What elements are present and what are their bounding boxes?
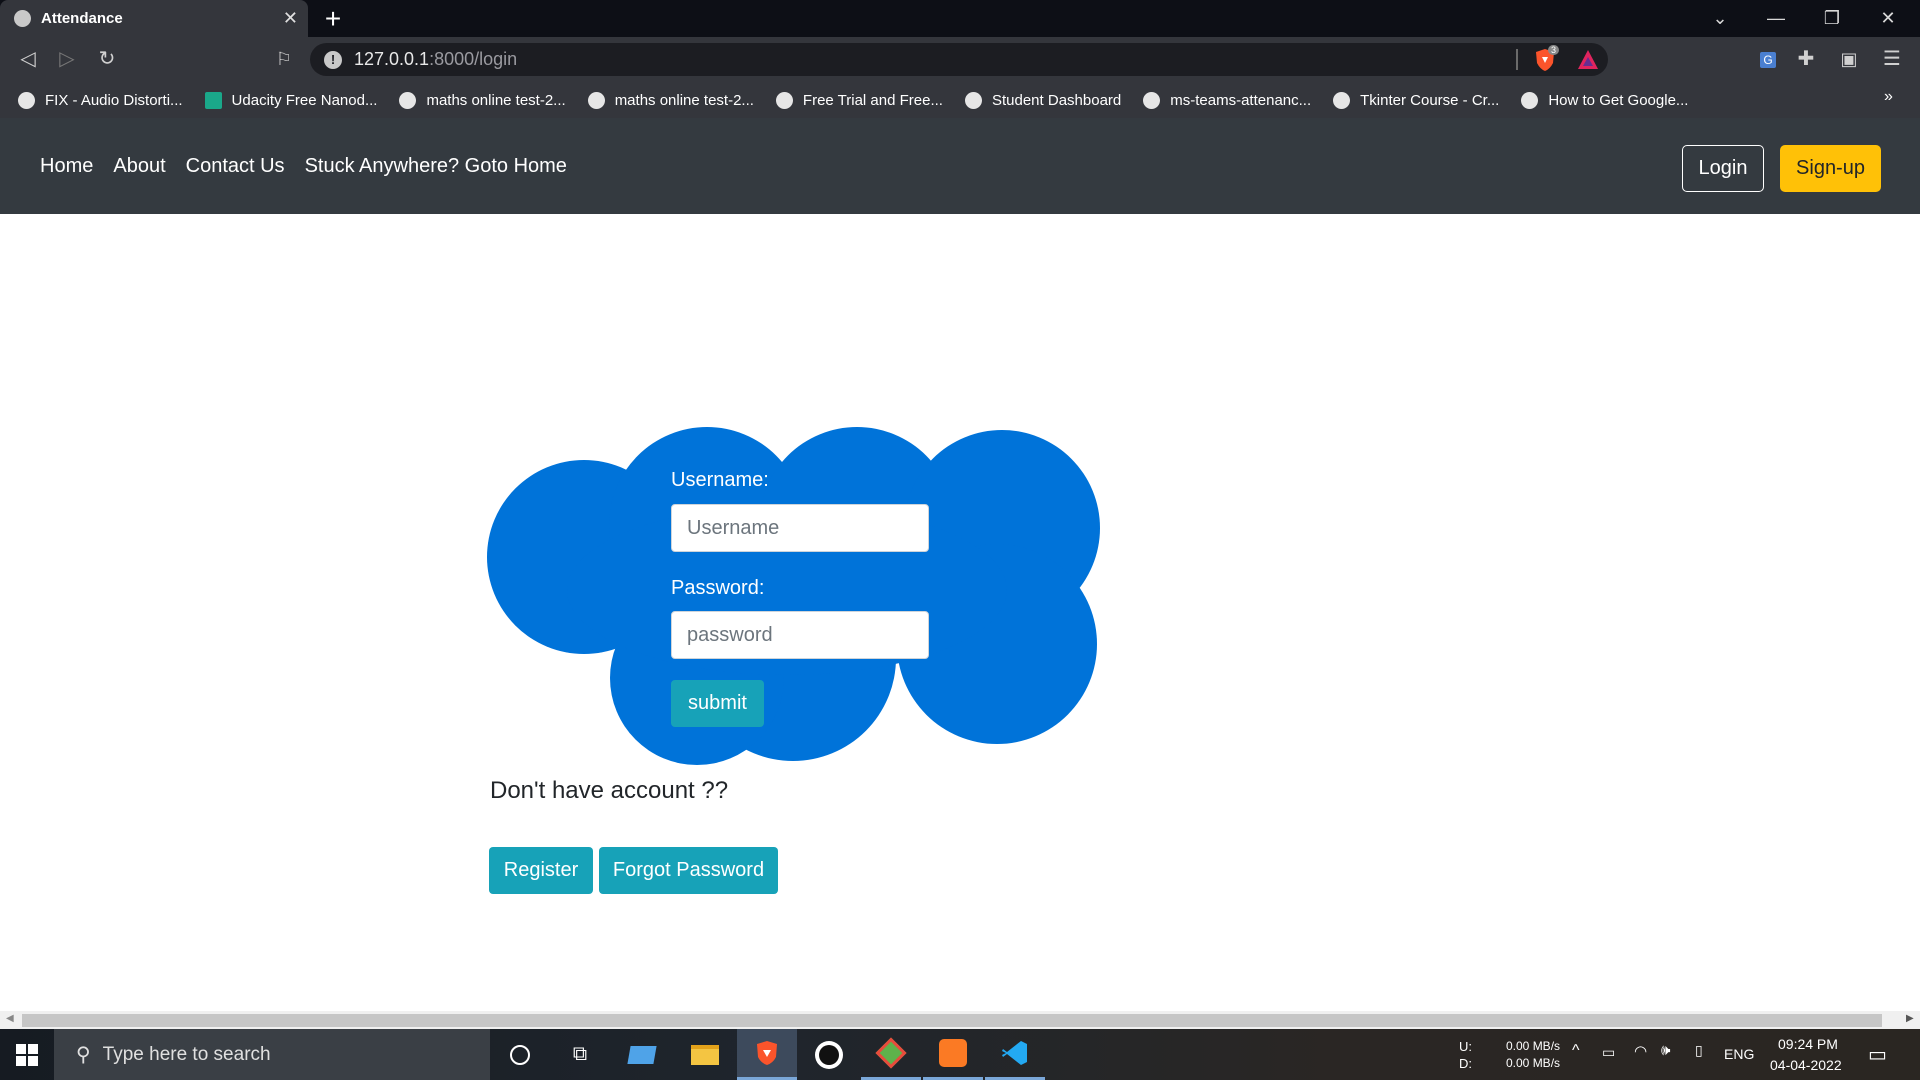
notification-center-icon[interactable]: ▭ — [1868, 1042, 1887, 1067]
globe-icon — [1521, 91, 1539, 109]
globe-icon — [1333, 91, 1351, 109]
scroll-left-arrow-icon[interactable]: ◀ — [6, 1013, 14, 1024]
git-gui-icon[interactable] — [861, 1029, 921, 1080]
cortana-icon[interactable] — [490, 1029, 550, 1080]
scroll-right-arrow-icon[interactable]: ▶ — [1906, 1013, 1914, 1024]
bookmark-item[interactable]: How to Get Google... — [1521, 91, 1688, 109]
taskbar-search-box[interactable]: ⚲ Type here to search — [54, 1029, 490, 1080]
task-view-icon[interactable]: ⧉ — [550, 1029, 610, 1080]
browser-tab-active[interactable]: Attendance ✕ — [0, 0, 308, 37]
globe-icon — [18, 91, 35, 109]
bookmark-item[interactable]: Udacity Free Nanod... — [204, 91, 377, 109]
password-input[interactable] — [671, 611, 929, 659]
tab-title: Attendance — [41, 10, 123, 27]
bookmark-item[interactable]: ms-teams-attenanc... — [1143, 91, 1311, 109]
back-icon[interactable]: ◁ — [8, 37, 48, 82]
brave-browser-icon[interactable] — [737, 1029, 797, 1080]
minimize-button[interactable]: — — [1748, 0, 1804, 37]
bookmarks-bar: FIX - Audio Distorti... Udacity Free Nan… — [0, 82, 1920, 118]
bookmark-item[interactable]: Free Trial and Free... — [775, 91, 943, 109]
volume-icon[interactable]: 🕪 — [1661, 1042, 1670, 1059]
file-explorer-icon[interactable] — [675, 1029, 735, 1080]
password-label: Password: — [671, 577, 765, 599]
globe-icon — [775, 91, 793, 109]
net-down-label: D: — [1459, 1056, 1472, 1071]
globe-icon — [399, 91, 417, 109]
globe-icon — [964, 91, 982, 109]
bookmark-item[interactable]: maths online test-2... — [399, 91, 566, 109]
battery-saver-icon[interactable]: ▭ — [1602, 1044, 1615, 1061]
signup-button[interactable]: Sign-up — [1780, 145, 1881, 192]
globe-icon — [14, 10, 31, 27]
show-hidden-icons-chevron-icon[interactable]: ^ — [1572, 1042, 1580, 1060]
close-window-button[interactable]: ✕ — [1860, 0, 1916, 37]
url-host: 127.0.0.1 — [354, 49, 430, 69]
wifi-icon[interactable]: ◠ — [1634, 1042, 1647, 1060]
forward-icon[interactable]: ▷ — [47, 37, 87, 82]
new-tab-button[interactable]: + — [318, 4, 348, 34]
language-indicator[interactable]: ENG — [1724, 1046, 1754, 1062]
restore-button[interactable]: ❐ — [1804, 0, 1860, 37]
search-placeholder: Type here to search — [102, 1043, 271, 1065]
username-label: Username: — [671, 469, 769, 491]
whatsapp-icon[interactable] — [799, 1029, 859, 1080]
address-bar[interactable]: ! 127.0.0.1:8000/login 3 — [310, 43, 1608, 76]
submit-button[interactable]: submit — [671, 680, 764, 727]
login-button[interactable]: Login — [1682, 145, 1764, 192]
brave-shields-icon[interactable]: 3 — [1532, 45, 1560, 73]
nav-link-contact[interactable]: Contact Us — [186, 155, 285, 178]
username-input[interactable] — [671, 504, 929, 552]
scrollbar-thumb[interactable] — [22, 1014, 1882, 1027]
bookmarks-overflow-icon[interactable]: » — [1884, 88, 1893, 106]
bookmark-item[interactable]: maths online test-2... — [587, 91, 754, 109]
net-up-label: U: — [1459, 1039, 1472, 1054]
translate-icon[interactable]: G — [1748, 37, 1788, 82]
search-icon: ⚲ — [76, 1044, 91, 1066]
tab-search-chevron-icon[interactable]: ⌄ — [1692, 0, 1748, 37]
register-button[interactable]: Register — [489, 847, 593, 894]
address-toolbar: ◁ ▷ ↻ ⚐ ! 127.0.0.1:8000/login 3 G ✚ ▣ ☰ — [0, 37, 1920, 82]
close-tab-icon[interactable]: ✕ — [283, 8, 298, 29]
xampp-icon[interactable] — [923, 1029, 983, 1080]
cloud-shape — [487, 427, 1100, 765]
vscode-icon[interactable] — [985, 1029, 1045, 1080]
bookmark-item[interactable]: FIX - Audio Distorti... — [18, 91, 183, 109]
url-path: :8000/login — [429, 49, 518, 69]
no-account-heading: Don't have account ?? — [490, 777, 729, 804]
nav-link-home[interactable]: Home — [40, 155, 93, 178]
clock-date[interactable]: 04-04-2022 — [1770, 1057, 1842, 1073]
nav-link-about[interactable]: About — [113, 155, 165, 178]
menu-icon[interactable]: ☰ — [1872, 37, 1912, 82]
globe-icon — [587, 91, 605, 109]
bookmark-item[interactable]: Student Dashboard — [964, 91, 1121, 109]
site-info-icon[interactable]: ! — [324, 50, 342, 69]
wallet-icon[interactable]: ▣ — [1829, 37, 1869, 82]
brave-rewards-icon[interactable] — [1576, 48, 1600, 72]
clock-time[interactable]: 09:24 PM — [1778, 1036, 1838, 1052]
extensions-icon[interactable]: ✚ — [1786, 37, 1826, 82]
udacity-icon — [204, 91, 222, 109]
forgot-password-button[interactable]: Forgot Password — [599, 847, 778, 894]
battery-icon[interactable]: ▯ — [1695, 1042, 1703, 1059]
brave-badge: 3 — [1548, 45, 1560, 55]
pc-app-icon[interactable] — [612, 1029, 672, 1080]
net-up-speed: 0.00 MB/s — [1506, 1039, 1561, 1053]
address-divider — [1516, 49, 1518, 70]
bookmark-item[interactable]: Tkinter Course - Cr... — [1333, 91, 1499, 109]
nav-link-stuck-home[interactable]: Stuck Anywhere? Goto Home — [305, 155, 567, 178]
github-icon — [1143, 91, 1161, 109]
windows-start-icon[interactable] — [0, 1029, 54, 1080]
net-down-speed: 0.00 MB/s — [1506, 1056, 1561, 1070]
reload-icon[interactable]: ↻ — [87, 37, 127, 82]
site-navbar: Home About Contact Us Stuck Anywhere? Go… — [0, 118, 1920, 214]
bookmark-icon[interactable]: ⚐ — [264, 37, 304, 82]
